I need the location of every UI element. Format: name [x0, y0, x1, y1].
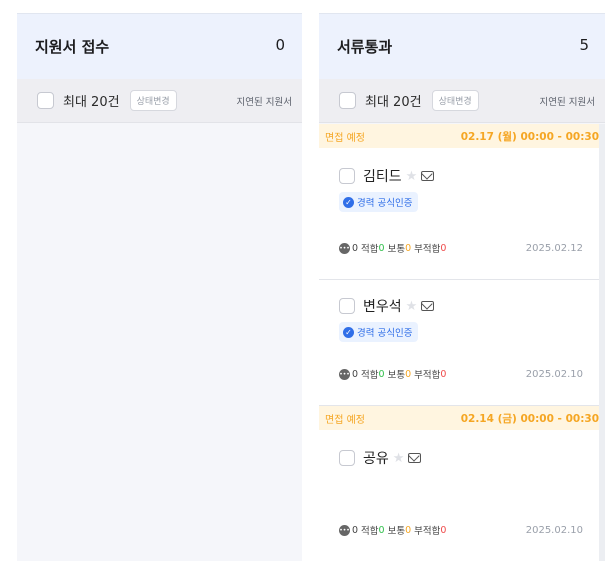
applicant-card[interactable]: 변우석 ★ ✓ 경력 공식인증 ••• 0 적합 0 보통 0 부적합 0 20… — [319, 280, 599, 406]
normal-count: 0 — [405, 368, 412, 380]
fit-label: 적합 — [361, 244, 379, 255]
normal-count: 0 — [405, 242, 412, 254]
column-toolbar: 최대 20건 상태변경 지연된 지원서 — [17, 79, 302, 123]
check-circle-icon: ✓ — [343, 196, 354, 208]
name-row: 공유 ★ — [339, 448, 599, 468]
badge-label: 경력 공식인증 — [357, 198, 413, 209]
unfit-label: 부적합 — [414, 244, 441, 255]
unfit-count: 0 — [440, 242, 447, 254]
applicant-name[interactable]: 변우석 — [363, 296, 402, 316]
fit-label: 적합 — [361, 526, 379, 537]
interview-label: 면접 예정 — [325, 132, 365, 144]
comment-icon: ••• — [339, 368, 350, 380]
column-title: 서류통과 — [337, 38, 393, 56]
applied-date: 2025.02.12 — [525, 242, 583, 254]
unfit-count: 0 — [440, 524, 447, 536]
applied-date: 2025.02.10 — [525, 524, 583, 536]
max-count-label: 최대 20건 — [63, 95, 120, 110]
comment-icon: ••• — [339, 524, 350, 536]
fit-count: 0 — [378, 368, 385, 380]
check-circle-icon: ✓ — [343, 326, 354, 338]
evaluation-stats: ••• 0 적합 0 보통 0 부적합 0 2025.02.12 — [339, 241, 583, 255]
card-body: 변우석 ★ ✓ 경력 공식인증 ••• 0 적합 0 보통 0 부적합 0 20… — [319, 280, 599, 405]
verified-badge: ✓ 경력 공식인증 — [339, 192, 419, 212]
name-row: 변우석 ★ — [339, 296, 599, 316]
column-toolbar: 최대 20건 상태변경 지연된 지원서 — [319, 79, 605, 123]
column-header: 지원서 접수 0 — [17, 13, 302, 79]
comment-count: 0 — [352, 368, 359, 380]
delayed-applications-link[interactable]: 지연된 지원서 — [540, 94, 595, 108]
card-list[interactable]: 면접 예정 02.17 (월) 00:00 - 00:30 김티드 ★ ✓ 경력… — [319, 124, 605, 561]
normal-label: 보통 — [387, 244, 406, 255]
comment-icon: ••• — [339, 242, 350, 254]
comment-count: 0 — [352, 242, 359, 254]
column-title: 지원서 접수 — [35, 38, 110, 56]
applicant-name[interactable]: 공유 — [363, 448, 389, 468]
select-all-checkbox[interactable] — [339, 92, 356, 109]
change-status-button[interactable]: 상태변경 — [431, 90, 479, 111]
scrollbar[interactable] — [599, 124, 605, 561]
normal-count: 0 — [405, 524, 412, 536]
select-all-checkbox[interactable] — [37, 92, 54, 109]
mail-icon[interactable] — [421, 301, 435, 311]
column-application-received: 지원서 접수 0 최대 20건 상태변경 지연된 지원서 — [17, 13, 302, 561]
card-checkbox[interactable] — [339, 450, 355, 466]
interview-banner: 면접 예정 02.17 (월) 00:00 - 00:30 — [319, 124, 599, 148]
applied-date: 2025.02.10 — [525, 368, 583, 380]
unfit-label: 부적합 — [414, 526, 441, 537]
unfit-count: 0 — [440, 368, 447, 380]
evaluation-stats: ••• 0 적합 0 보통 0 부적합 0 2025.02.10 — [339, 523, 583, 537]
name-row: 김티드 ★ — [339, 166, 599, 186]
evaluation-stats: ••• 0 적합 0 보통 0 부적합 0 2025.02.10 — [339, 367, 583, 381]
column-count: 5 — [579, 36, 589, 54]
fit-count: 0 — [378, 524, 385, 536]
star-icon[interactable]: ★ — [393, 451, 405, 466]
column-count: 0 — [275, 36, 285, 54]
comment-count: 0 — [352, 524, 359, 536]
interview-label: 면접 예정 — [325, 414, 365, 426]
mail-icon[interactable] — [421, 171, 435, 181]
fit-label: 적합 — [361, 370, 379, 381]
card-body: 공유 ★ ••• 0 적합 0 보통 0 부적합 0 2025.02.10 — [319, 430, 599, 561]
normal-label: 보통 — [387, 370, 406, 381]
badge-label: 경력 공식인증 — [357, 328, 413, 339]
star-icon[interactable]: ★ — [406, 169, 418, 184]
star-icon[interactable]: ★ — [406, 299, 418, 314]
fit-count: 0 — [378, 242, 385, 254]
card-checkbox[interactable] — [339, 298, 355, 314]
delayed-applications-link[interactable]: 지연된 지원서 — [237, 94, 292, 108]
mail-icon[interactable] — [408, 453, 422, 463]
column-header: 서류통과 5 — [319, 13, 605, 79]
normal-label: 보통 — [387, 526, 406, 537]
column-document-passed: 서류통과 5 최대 20건 상태변경 지연된 지원서 면접 예정 02.17 (… — [319, 13, 605, 561]
applicant-card[interactable]: 면접 예정 02.17 (월) 00:00 - 00:30 김티드 ★ ✓ 경력… — [319, 124, 599, 280]
change-status-button[interactable]: 상태변경 — [129, 90, 177, 111]
card-checkbox[interactable] — [339, 168, 355, 184]
interview-banner: 면접 예정 02.14 (금) 00:00 - 00:30 — [319, 406, 599, 430]
interview-time: 02.17 (월) 00:00 - 00:30 — [460, 130, 599, 143]
applicant-name[interactable]: 김티드 — [363, 166, 402, 186]
verified-badge: ✓ 경력 공식인증 — [339, 322, 419, 342]
unfit-label: 부적합 — [414, 370, 441, 381]
applicant-card[interactable]: 면접 예정 02.14 (금) 00:00 - 00:30 공유 ★ ••• 0… — [319, 406, 599, 561]
max-count-label: 최대 20건 — [365, 95, 422, 110]
card-body: 김티드 ★ ✓ 경력 공식인증 ••• 0 적합 0 보통 0 부적합 0 20… — [319, 148, 599, 279]
interview-time: 02.14 (금) 00:00 - 00:30 — [460, 412, 599, 425]
